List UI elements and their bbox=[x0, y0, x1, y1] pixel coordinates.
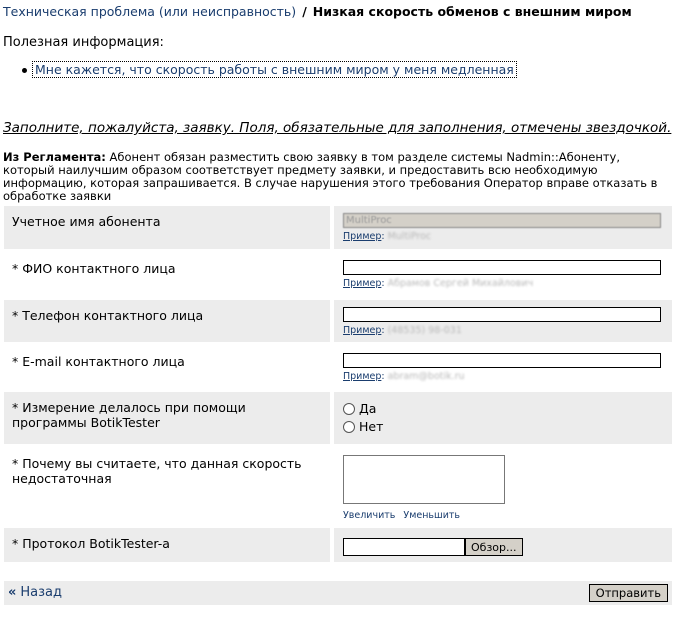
radio-yes-label: Да bbox=[359, 401, 377, 416]
example-label[interactable]: Пример bbox=[343, 325, 381, 336]
protocol-cell: Обзор... bbox=[334, 528, 672, 562]
fio-field[interactable] bbox=[343, 260, 661, 275]
breadcrumb: Техническая проблема (или неисправность)… bbox=[3, 4, 632, 19]
email-cell: Пример: abram@botik.ru bbox=[334, 346, 672, 388]
form-row-phone: * Телефон контактного лица Пример: (48535… bbox=[4, 300, 672, 342]
form-row-fio: * ФИО контактного лица Пример: Абрамов Се… bbox=[4, 253, 672, 296]
reglament-note: Из Регламента: Абонент обязан разместить… bbox=[3, 151, 673, 203]
shrink-link[interactable]: Уменьшить bbox=[403, 510, 460, 521]
back-label: Назад bbox=[20, 585, 63, 600]
example-value: Абрамов Сергей Михайлович bbox=[387, 278, 534, 289]
phone-field[interactable] bbox=[343, 307, 661, 322]
form-row-protocol: * Протокол BotikTester-a Обзор... bbox=[4, 528, 672, 562]
phone-example: Пример: (48535) 98-031 bbox=[343, 325, 462, 336]
example-value: (48535) 98-031 bbox=[387, 325, 462, 336]
bullet-icon bbox=[22, 68, 27, 73]
example-value: MultiProc bbox=[387, 231, 432, 242]
example-label[interactable]: Пример bbox=[343, 231, 381, 242]
botiktester-cell: Да Нет bbox=[334, 392, 672, 444]
reglament-label: Из Регламента: bbox=[3, 150, 106, 164]
example-label[interactable]: Пример bbox=[343, 371, 381, 382]
useful-info-link[interactable]: Мне кажется, что скорость работы с внешн… bbox=[32, 61, 517, 78]
account-field: MultiProc bbox=[343, 213, 661, 228]
radio-option-no[interactable]: Нет bbox=[343, 419, 663, 434]
radio-yes[interactable] bbox=[343, 402, 355, 415]
form-footer: «Назад Отправить bbox=[4, 581, 672, 605]
request-note: Заполните, пожалуйста, заявку. Поля, обя… bbox=[3, 120, 672, 136]
protocol-label: * Протокол BotikTester-a bbox=[4, 528, 330, 562]
textarea-resize-links: Увеличить Уменьшить bbox=[343, 510, 663, 521]
file-path-input[interactable] bbox=[343, 537, 465, 556]
form-row-account: Учетное имя абонента MultiProc Пример: Mu… bbox=[4, 206, 672, 249]
page-title: Низкая скорость обменов с внешним миром bbox=[312, 4, 632, 19]
reason-cell: Увеличить Уменьшить bbox=[334, 448, 672, 524]
radio-no-label: Нет bbox=[359, 419, 384, 434]
fio-example: Пример: Абрамов Сергей Михайлович bbox=[343, 278, 534, 289]
breadcrumb-parent-link[interactable]: Техническая проблема (или неисправность) bbox=[3, 4, 296, 19]
reason-textarea[interactable] bbox=[343, 455, 505, 504]
account-example: Пример: MultiProc bbox=[343, 231, 432, 242]
submit-button[interactable]: Отправить bbox=[588, 584, 668, 602]
browse-button[interactable]: Обзор... bbox=[465, 537, 523, 556]
fio-label: * ФИО контактного лица bbox=[12, 261, 176, 276]
example-value: abram@botik.ru bbox=[387, 371, 465, 382]
double-chevron-left-icon: « bbox=[8, 585, 17, 600]
form-row-reason: * Почему вы считаете, что данная скорост… bbox=[4, 448, 672, 524]
radio-no[interactable] bbox=[343, 420, 355, 433]
form-row-email: * E-mail контактного лица Пример: abram@b… bbox=[4, 346, 672, 388]
enlarge-link[interactable]: Увеличить bbox=[343, 510, 395, 521]
reason-label: * Почему вы считаете, что данная скорост… bbox=[12, 456, 302, 486]
phone-label: * Телефон контактного лица bbox=[4, 300, 330, 342]
botiktester-label: * Измерение делалось при помощи программ… bbox=[4, 392, 330, 444]
radio-option-yes[interactable]: Да bbox=[343, 401, 663, 416]
fio-cell: Пример: Абрамов Сергей Михайлович bbox=[334, 253, 672, 296]
useful-info-list: Мне кажется, что скорость работы с внешн… bbox=[22, 61, 517, 78]
example-label[interactable]: Пример bbox=[343, 278, 381, 289]
form-row-botiktester: * Измерение делалось при помощи программ… bbox=[4, 392, 672, 444]
email-label: * E-mail контактного лица bbox=[12, 354, 185, 369]
back-link[interactable]: «Назад bbox=[8, 585, 62, 600]
email-example: Пример: abram@botik.ru bbox=[343, 371, 465, 382]
account-label: Учетное имя абонента bbox=[4, 206, 330, 249]
email-field[interactable] bbox=[343, 353, 661, 368]
phone-cell: Пример: (48535) 98-031 bbox=[334, 300, 672, 342]
useful-info-heading: Полезная информация: bbox=[3, 35, 164, 50]
breadcrumb-separator: / bbox=[302, 4, 307, 19]
account-cell: MultiProc Пример: MultiProc bbox=[334, 206, 672, 249]
